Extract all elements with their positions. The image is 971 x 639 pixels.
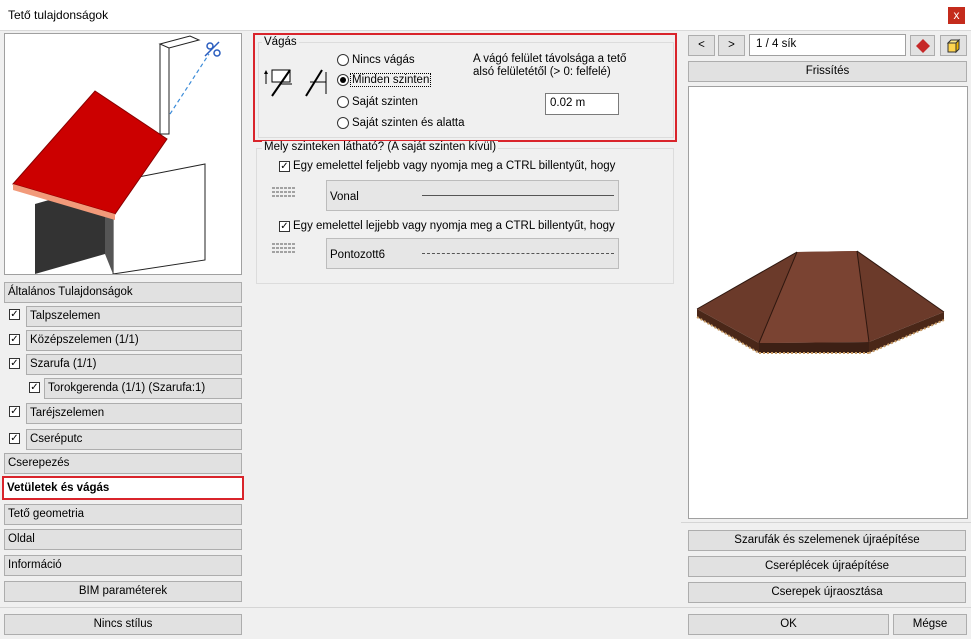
lower-line-style-selector[interactable]: Pontozott6 — [326, 238, 619, 269]
cut-option-label: Minden szinten — [350, 73, 431, 87]
nav-teto-geometria[interactable]: Tető geometria — [4, 504, 242, 525]
window-title: Tető tulajdonságok — [8, 8, 108, 22]
cut-option-own-level[interactable] — [337, 96, 349, 108]
hip-roof-render — [689, 87, 967, 518]
cut-all-levels-icon — [264, 70, 292, 96]
cut-distance-label: A vágó felület távolsága a tető — [473, 53, 626, 65]
ok-button[interactable]: OK — [688, 614, 889, 635]
upper-level-checkbox[interactable]: ✓ — [279, 161, 290, 172]
rebuild-battens-button[interactable]: Cseréplécek újraépítése — [688, 556, 966, 577]
nav-checkbox[interactable]: ✓ — [9, 433, 20, 444]
nav-informacio[interactable]: Információ — [4, 555, 242, 576]
title-bar: Tető tulajdonságok x — [0, 0, 971, 31]
roof-type-preview — [4, 33, 242, 275]
nav-bim-parameters[interactable]: BIM paraméterek — [4, 581, 242, 602]
line-sample — [422, 195, 614, 196]
cut-level-icons — [264, 64, 334, 100]
nav-general-properties[interactable]: Általános Tulajdonságok — [4, 282, 242, 303]
roof-illustration — [5, 34, 241, 274]
cut-option-label: Saját szinten — [352, 96, 418, 108]
cut-legend: Vágás — [262, 36, 299, 48]
upper-line-style-selector[interactable]: Vonal — [326, 180, 619, 211]
refresh-button[interactable]: Frissítés — [688, 61, 967, 82]
nav-talpszelemen[interactable]: Talpszelemen — [26, 306, 242, 327]
nav-checkbox[interactable]: ✓ — [29, 382, 40, 393]
close-button[interactable]: x — [948, 7, 965, 24]
scissors-icon — [205, 42, 220, 56]
line-style-icon — [272, 186, 298, 198]
cut-option-own-and-below[interactable] — [337, 117, 349, 129]
nav-checkbox[interactable]: ✓ — [9, 309, 20, 320]
cut-own-level-icon — [306, 70, 326, 96]
view-mode-button[interactable] — [940, 35, 967, 56]
lower-level-checkbox[interactable]: ✓ — [279, 221, 290, 232]
divider — [681, 522, 971, 523]
nav-checkbox[interactable]: ✓ — [9, 406, 20, 417]
prev-button[interactable]: < — [688, 35, 715, 56]
3d-preview — [688, 86, 968, 519]
cut-option-none[interactable] — [337, 54, 349, 66]
levels-legend: Mely szinteken látható? (A saját szinten… — [262, 141, 498, 153]
nav-cserepezes[interactable]: Cserepezés — [4, 453, 242, 474]
page-indicator: 1 / 4 sík — [749, 34, 906, 56]
nav-szarufa[interactable]: Szarufa (1/1) — [26, 354, 242, 375]
cube-icon — [946, 38, 962, 54]
cut-option-label: Nincs vágás — [352, 54, 415, 66]
cancel-button[interactable]: Mégse — [893, 614, 967, 635]
divider — [0, 607, 971, 608]
nav-checkbox[interactable]: ✓ — [9, 334, 20, 345]
cut-option-label: Saját szinten és alatta — [352, 117, 465, 129]
cut-option-all-levels[interactable] — [337, 74, 349, 86]
nav-vetuletek-es-vagas[interactable]: Vetületek és vágás — [2, 476, 244, 500]
lower-level-label: Egy emelettel lejjebb vagy nyomja meg a … — [293, 220, 618, 232]
red-diamond-icon — [916, 39, 930, 53]
upper-level-label: Egy emelettel feljebb vagy nyomja meg a … — [293, 160, 618, 172]
line-sample — [422, 253, 614, 254]
render-mode-button[interactable] — [910, 35, 935, 56]
line-style-icon — [272, 242, 298, 254]
nav-oldal[interactable]: Oldal — [4, 529, 242, 550]
redistribute-tiles-button[interactable]: Cserepek újraosztása — [688, 582, 966, 603]
upper-line-name: Vonal — [330, 191, 359, 203]
cut-distance-input[interactable]: 0.02 m — [545, 93, 619, 115]
cut-distance-label: alsó felületétől (> 0: felfelé) — [473, 66, 611, 78]
close-icon: x — [954, 8, 960, 22]
nav-torokgerenda[interactable]: Torokgerenda (1/1) (Szarufa:1) — [44, 378, 242, 399]
nav-checkbox[interactable]: ✓ — [9, 358, 20, 369]
style-button[interactable]: Nincs stílus — [4, 614, 242, 635]
nav-cserepluc[interactable]: Cseréputc — [26, 429, 242, 450]
nav-kozepszelemen[interactable]: Középszelemen (1/1) — [26, 330, 242, 351]
lower-line-name: Pontozott6 — [330, 249, 385, 261]
nav-tarejszelemen[interactable]: Taréjszelemen — [26, 403, 242, 424]
next-button[interactable]: > — [718, 35, 745, 56]
rebuild-rafters-button[interactable]: Szarufák és szelemenek újraépítése — [688, 530, 966, 551]
